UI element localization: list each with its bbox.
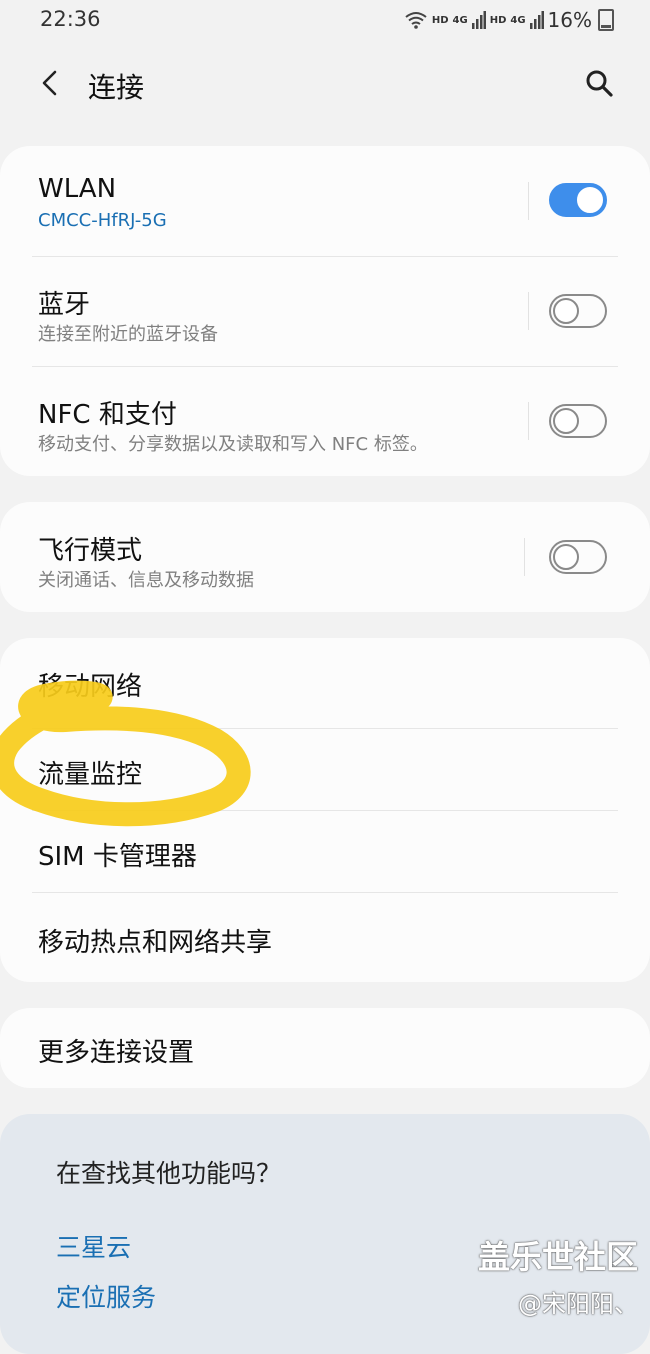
signal-icon <box>529 11 544 29</box>
list-item-label: 移动网络 <box>38 672 143 702</box>
network-4g-label: 4G <box>510 14 526 26</box>
nfc-title: NFC 和支付 <box>38 400 177 430</box>
divider <box>524 538 525 576</box>
wifi-icon <box>405 12 427 29</box>
toggle-knob <box>553 544 579 570</box>
signal-icon <box>471 11 486 29</box>
search-icon[interactable] <box>584 68 614 98</box>
samsung-cloud-link[interactable]: 三星云 <box>56 1228 131 1264</box>
watermark-text: 盖乐世社区 <box>477 1238 638 1276</box>
battery-percent: 16% <box>547 8 592 32</box>
status-time: 22:36 <box>40 7 101 31</box>
wlan-row[interactable]: WLAN CMCC-HfRJ-5G <box>0 146 650 256</box>
suggestions-title: 在查找其他功能吗？ <box>56 1159 282 1188</box>
nfc-toggle[interactable] <box>549 404 607 438</box>
bluetooth-row[interactable]: 蓝牙 连接至附近的蓝牙设备 <box>0 256 650 366</box>
battery-icon <box>598 9 614 31</box>
list-item-label: 移动热点和网络共享 <box>38 928 273 958</box>
wlan-toggle[interactable] <box>549 183 607 217</box>
page-title: 连接 <box>88 71 145 104</box>
list-item-hotspot-tethering[interactable]: 移动热点和网络共享 <box>0 892 650 982</box>
divider <box>528 402 529 440</box>
status-bar: 22:36 HD 4G HD 4G 16% <box>0 0 650 40</box>
list-item-label: SIM 卡管理器 <box>38 842 197 872</box>
airplane-mode-subtitle: 关闭通话、信息及移动数据 <box>38 570 254 591</box>
nfc-subtitle: 移动支付、分享数据以及读取和写入 NFC 标签。 <box>38 434 428 455</box>
watermark-author: @宋阳阳、 <box>518 1290 638 1318</box>
app-bar: 连接 <box>0 52 650 116</box>
back-arrow-icon[interactable] <box>36 68 66 98</box>
divider <box>528 182 529 220</box>
network-4g-label: 4G <box>452 14 468 26</box>
bluetooth-title: 蓝牙 <box>38 290 91 320</box>
location-services-link[interactable]: 定位服务 <box>56 1278 156 1314</box>
hd-badge: HD <box>489 14 507 26</box>
bluetooth-toggle[interactable] <box>549 294 607 328</box>
more-connection-settings-label: 更多连接设置 <box>38 1038 195 1068</box>
hd-badge: HD <box>431 14 449 26</box>
airplane-mode-row[interactable]: 飞行模式 关闭通话、信息及移动数据 <box>0 502 650 612</box>
airplane-mode-title: 飞行模式 <box>38 536 143 566</box>
toggle-knob <box>553 408 579 434</box>
list-item-data-usage[interactable]: 流量监控 <box>0 728 650 810</box>
toggle-knob <box>553 298 579 324</box>
wlan-network-name: CMCC-HfRJ-5G <box>38 210 167 231</box>
status-icons: HD 4G HD 4G 16% <box>404 8 614 32</box>
list-item-sim-manager[interactable]: SIM 卡管理器 <box>0 810 650 892</box>
divider <box>528 292 529 330</box>
airplane-mode-toggle[interactable] <box>549 540 607 574</box>
toggle-knob <box>575 185 605 215</box>
list-item-label: 流量监控 <box>38 760 143 790</box>
bluetooth-subtitle: 连接至附近的蓝牙设备 <box>38 324 218 345</box>
wlan-title: WLAN <box>38 174 117 204</box>
list-item-mobile-network[interactable]: 移动网络 <box>0 638 650 728</box>
more-connection-settings-row[interactable]: 更多连接设置 <box>0 1008 650 1088</box>
nfc-row[interactable]: NFC 和支付 移动支付、分享数据以及读取和写入 NFC 标签。 <box>0 366 650 476</box>
